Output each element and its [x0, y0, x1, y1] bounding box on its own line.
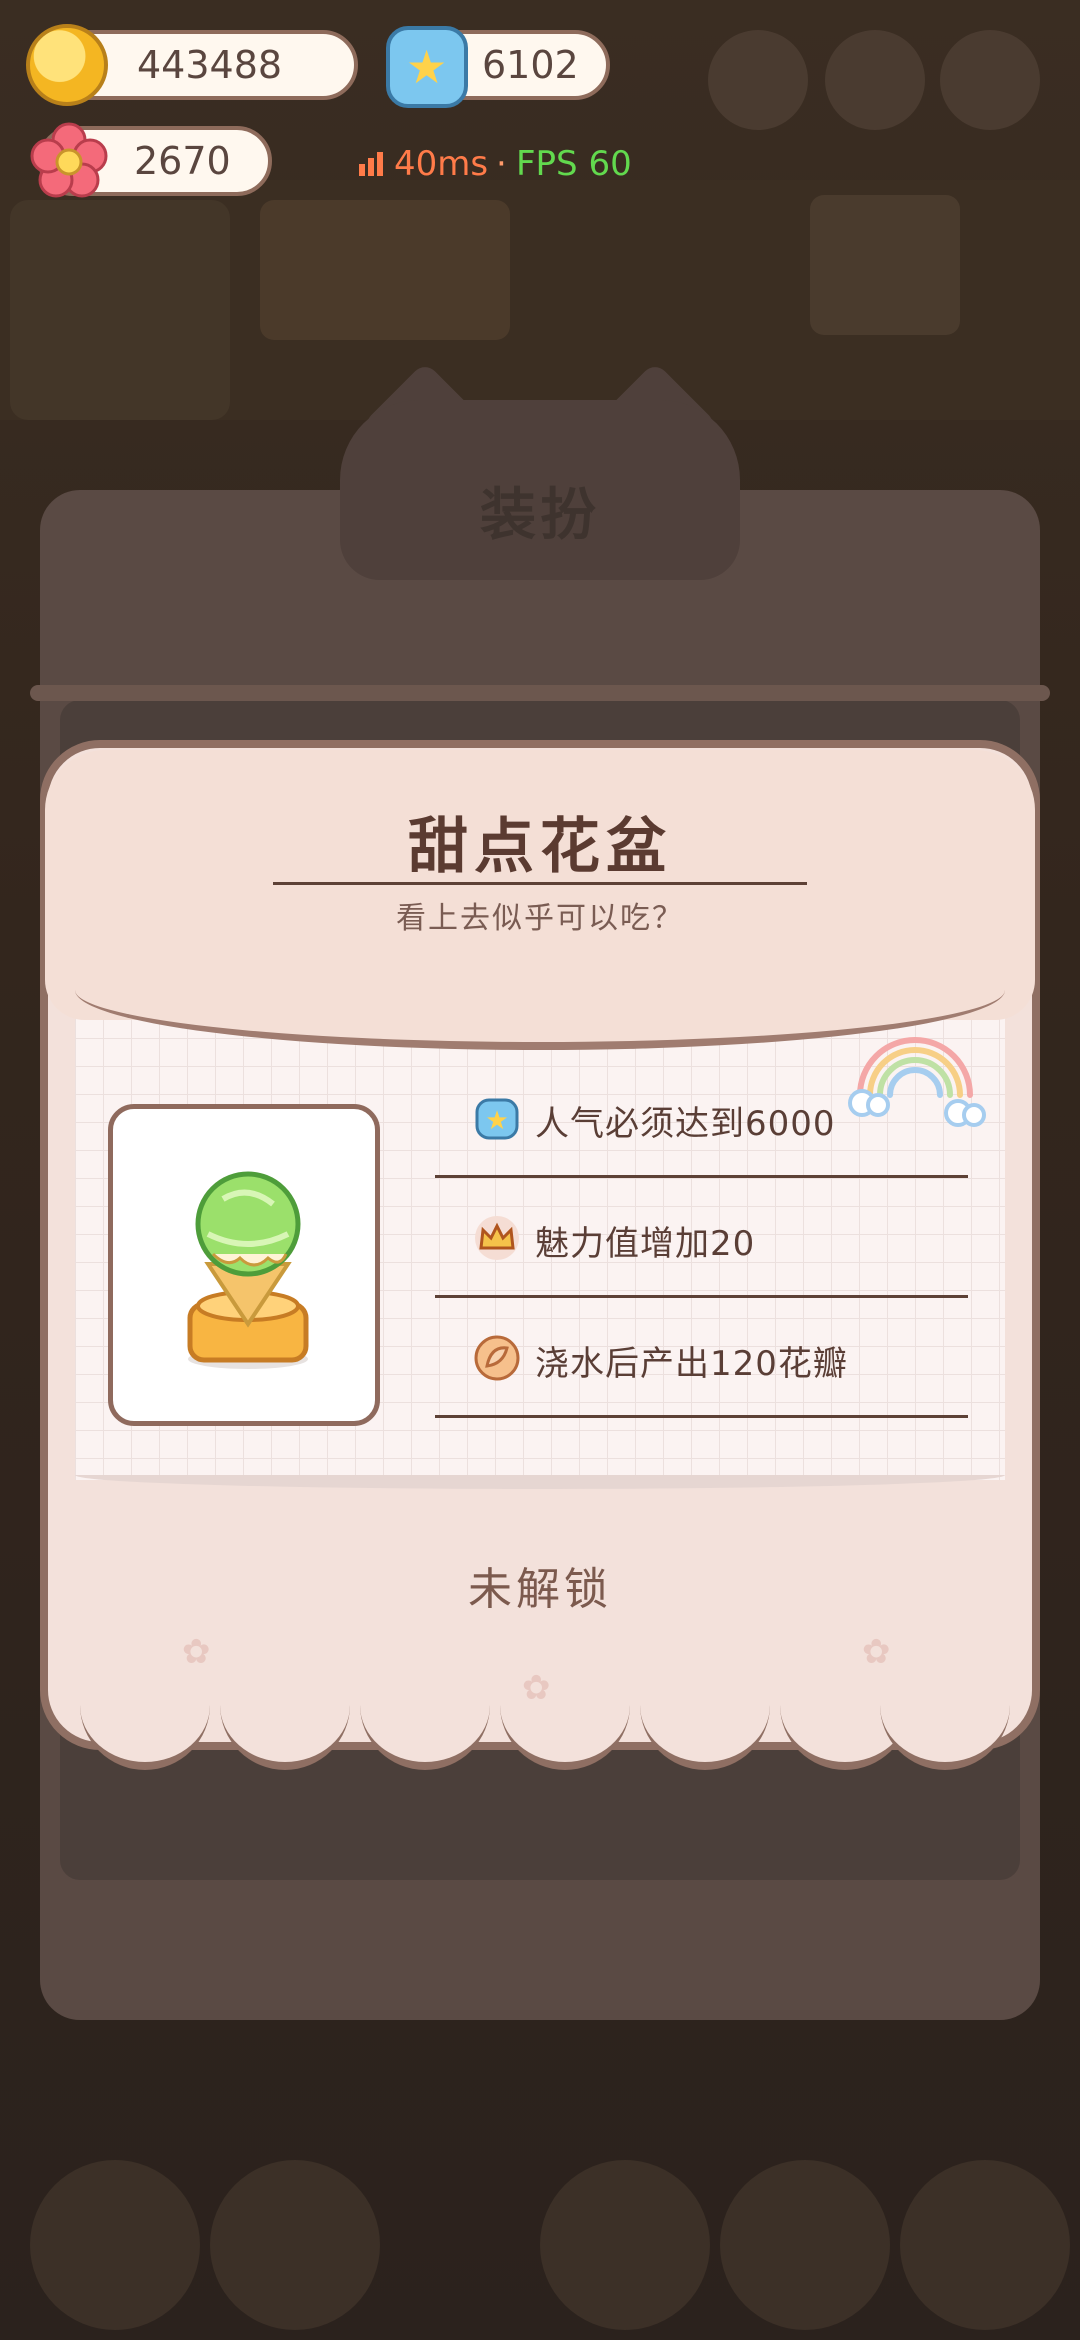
popularity-jar-icon: ★ — [475, 1098, 519, 1140]
item-description: 看上去似乎可以吃？ — [396, 901, 684, 936]
shop-window — [810, 195, 960, 335]
modal-header — [45, 750, 1035, 1020]
bottom-nav-tv-button[interactable] — [720, 2160, 890, 2330]
attribute-requirement-label: 人气必须达到6000 — [535, 1104, 836, 1144]
petals-value: 2670 — [134, 139, 231, 183]
petal-icon — [474, 1335, 520, 1381]
unlock-status-label[interactable]: 未解锁 — [340, 1553, 740, 1617]
shop-awning — [10, 200, 230, 420]
bottom-nav-decorate-button[interactable] — [30, 2160, 200, 2330]
title-divider — [273, 882, 807, 885]
flower-decoration-icon: ✿ — [522, 1668, 551, 1708]
decorate-panel-title: 装扮 — [480, 483, 600, 548]
top-right-book-icon[interactable] — [825, 30, 925, 130]
bottom-nav-gift-button[interactable] — [210, 2160, 380, 2330]
flower-petal-icon — [30, 122, 108, 198]
bottom-nav-shop-button[interactable] — [900, 2160, 1070, 2330]
popularity-jar-icon: ★ — [386, 26, 468, 108]
top-right-gift-icon[interactable] — [708, 30, 808, 130]
attribute-petal-output-label: 浇水后产出120花瓣 — [535, 1344, 848, 1384]
popularity-value: 6102 — [482, 43, 579, 87]
top-right-settings-icon[interactable] — [940, 30, 1040, 130]
attribute-row-requirement: ★ 人气必须达到6000 — [435, 1068, 968, 1178]
signal-bars-icon — [359, 152, 383, 176]
dessert-flowerpot-icon — [187, 1171, 309, 1369]
attribute-charm-label: 魅力值增加20 — [535, 1224, 756, 1264]
flower-decoration-icon: ✿ — [862, 1632, 891, 1672]
attribute-row-petal-output: 浇水后产出120花瓣 — [435, 1308, 968, 1418]
svg-text:★: ★ — [485, 1106, 508, 1136]
item-title: 甜点花盆 — [408, 812, 672, 882]
item-preview-card — [108, 1104, 380, 1426]
bottom-nav-album-button[interactable] — [540, 2160, 710, 2330]
flower-decoration-icon: ✿ — [182, 1632, 211, 1672]
crown-icon — [475, 1216, 519, 1260]
attribute-row-charm: 魅力值增加20 — [435, 1188, 968, 1298]
coin-icon — [26, 24, 108, 106]
panel-rope — [30, 685, 1050, 701]
ping-fps-separator: · — [496, 144, 507, 184]
coins-value: 443488 — [137, 43, 283, 87]
fps-readout: FPS 60 — [516, 144, 632, 184]
ping-readout: 40ms — [394, 144, 489, 184]
shop-picture-frame — [260, 200, 510, 340]
